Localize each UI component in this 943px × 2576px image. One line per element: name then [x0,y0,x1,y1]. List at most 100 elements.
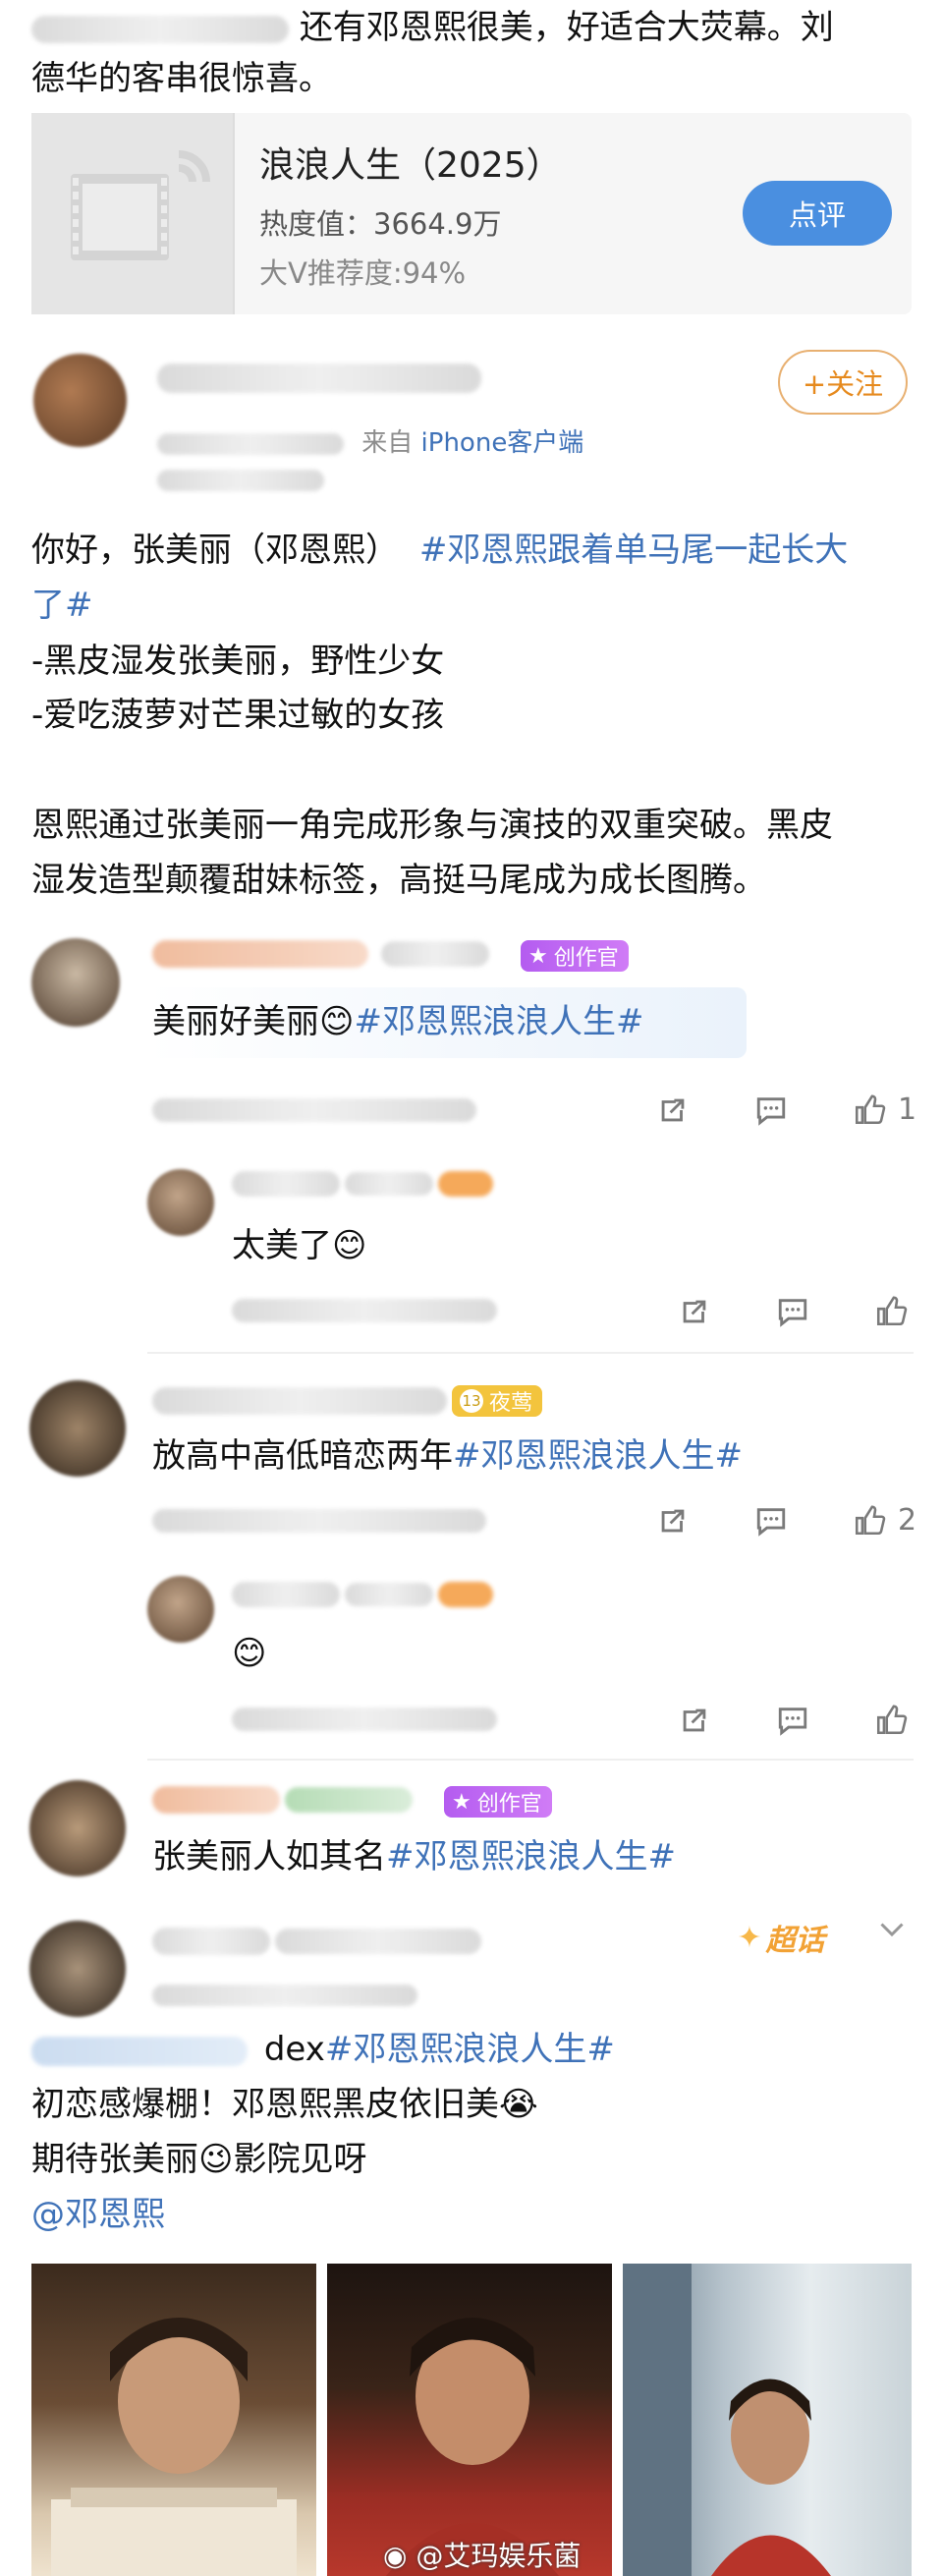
badge-label: 创作官 [553,946,619,971]
comment-icon[interactable] [776,1704,809,1737]
blurred-badge [345,1172,434,1196]
shy-emoji: 😊 [332,1226,367,1265]
comment-text: 美丽好美丽 [152,1002,319,1041]
blurred-text [232,1299,497,1322]
watermark: ◉ @艾玛娱乐菌 [383,2535,581,2574]
post2-line3-a: 期待张美丽 [31,2140,198,2179]
comment2-time [152,1509,486,1533]
poster-name[interactable] [157,364,481,393]
forward-icon[interactable] [678,1295,711,1328]
reply2-avatar[interactable] [147,1576,214,1643]
wink-emoji: 😉 [198,2140,234,2179]
reply1-avatar[interactable] [147,1169,214,1236]
comment1-text: 美丽好美丽😊#邓恩熙浪浪人生# [152,994,643,1049]
crying-emoji: 😭 [499,2085,538,2124]
portrait-shape [51,2318,297,2576]
super-topic-badge[interactable]: ✦ 超话 [717,1906,845,1969]
blurred-badge [381,941,490,967]
hashtag-link[interactable]: #邓恩熙浪浪人生# [386,1837,676,1876]
mention-link[interactable]: @邓恩熙 [31,2187,165,2242]
blurred-text [152,1928,270,1955]
blurred-text [232,1582,340,1607]
like-icon[interactable] [874,1704,908,1737]
review-button[interactable]: 点评 [743,181,892,246]
blurred-text [152,1098,476,1122]
post2-line3: 期待张美丽😉影院见呀 [31,2132,366,2187]
hashtag-cont[interactable]: 了# [31,578,93,633]
reply2-actions [678,1704,908,1737]
movie-card[interactable]: 浪浪人生（2025） 热度值：3664.9万 大V推荐度:94% 点评 [31,113,912,314]
top-text-line1: 还有邓恩熙很美，好适合大荧幕。刘 [31,0,834,55]
comment3-avatar[interactable] [29,1780,126,1876]
movie-heat: 热度值：3664.9万 [259,207,502,241]
blurred-text [232,1171,340,1197]
post-meta-2 [157,470,324,491]
comment2-name[interactable] [152,1387,447,1415]
night-badge: 13 夜莺 [452,1385,543,1417]
hashtag-link[interactable]: #邓恩熙浪浪人生# [325,2030,615,2069]
movie-thumbnail [31,113,235,314]
comment-icon[interactable] [776,1295,809,1328]
reply2-name[interactable] [232,1582,494,1607]
hashtag-link[interactable]: #邓恩熙浪浪人生# [354,1002,643,1041]
like-icon[interactable] [874,1295,908,1328]
chevron-down-icon[interactable] [874,1911,910,1946]
post-meta: 来自 iPhone客户端 [157,422,583,459]
blurred-text [157,432,344,455]
creator-badge: ★ 创作官 [521,940,629,972]
reply1-text: 太美了😊 [232,1218,366,1273]
blurred-badge [438,1171,494,1197]
forward-icon[interactable] [656,1504,690,1538]
blurred-badge [275,1929,482,1954]
reply1-name[interactable] [232,1171,494,1197]
post2-name[interactable] [152,1928,482,1955]
portrait-shape [623,2264,831,2576]
follow-button[interactable]: +关注 [778,350,908,415]
blurred-text [157,470,324,491]
comment-icon[interactable] [754,1504,788,1538]
comment2-actions: 2 [656,1503,916,1538]
comment2-avatar[interactable] [29,1380,126,1477]
hashtag-link[interactable]: #邓恩熙浪浪人生# [453,1436,743,1476]
like-group[interactable]: 2 [853,1503,916,1538]
like-group[interactable]: 1 [853,1092,916,1127]
blurred-text [152,1509,486,1533]
comment3-text: 张美丽人如其名#邓恩熙浪浪人生# [152,1829,676,1884]
post2-line2: 初恋感爆棚！邓恩熙黑皮依旧美😭 [31,2077,538,2132]
comment1-name[interactable] [152,940,490,968]
comment2-text: 放高中高低暗恋两年#邓恩熙浪浪人生# [152,1428,743,1484]
photo-1[interactable] [31,2264,316,2576]
poster-avatar[interactable] [33,354,127,447]
like-icon[interactable] [853,1504,886,1538]
post2-avatar[interactable] [29,1921,126,2017]
blurred-text [31,15,289,43]
forward-icon[interactable] [678,1704,711,1737]
photo-3[interactable] [623,2264,912,2576]
post2-prefix: dex [263,2030,325,2069]
blurred-text [31,2036,248,2066]
comment3-name[interactable] [152,1786,414,1814]
comment-text: 张美丽人如其名 [152,1837,386,1876]
hashtag-link[interactable]: #邓恩熙跟着单马尾一起长大 [419,531,849,570]
shy-emoji: 😊 [319,1002,355,1041]
like-icon[interactable] [853,1093,886,1127]
reply1-actions [678,1295,908,1328]
reply1-time [232,1299,497,1322]
blurred-badge [438,1582,494,1607]
blurred-badge [345,1583,434,1606]
post2-line2-text: 初恋感爆棚！邓恩熙黑皮依旧美 [31,2085,499,2124]
photo-2[interactable] [327,2264,612,2576]
blurred-text [152,1985,417,2006]
post-line2: -黑皮湿发张美丽，野性少女 [31,642,445,681]
comment-icon[interactable] [754,1093,788,1127]
badge-level: 13 [460,1389,483,1413]
comment1-avatar[interactable] [31,938,120,1027]
reply2-text: 😊 [232,1626,266,1681]
post2-meta [152,1985,417,2006]
comment-text: 放高中高低暗恋两年 [152,1436,453,1476]
source-link[interactable]: iPhone客户端 [421,428,584,458]
forward-icon[interactable] [656,1093,690,1127]
source-prefix: 来自 [361,428,414,458]
badge-label: 夜莺 [489,1391,533,1416]
movie-title: 浪浪人生（2025） [259,145,562,186]
